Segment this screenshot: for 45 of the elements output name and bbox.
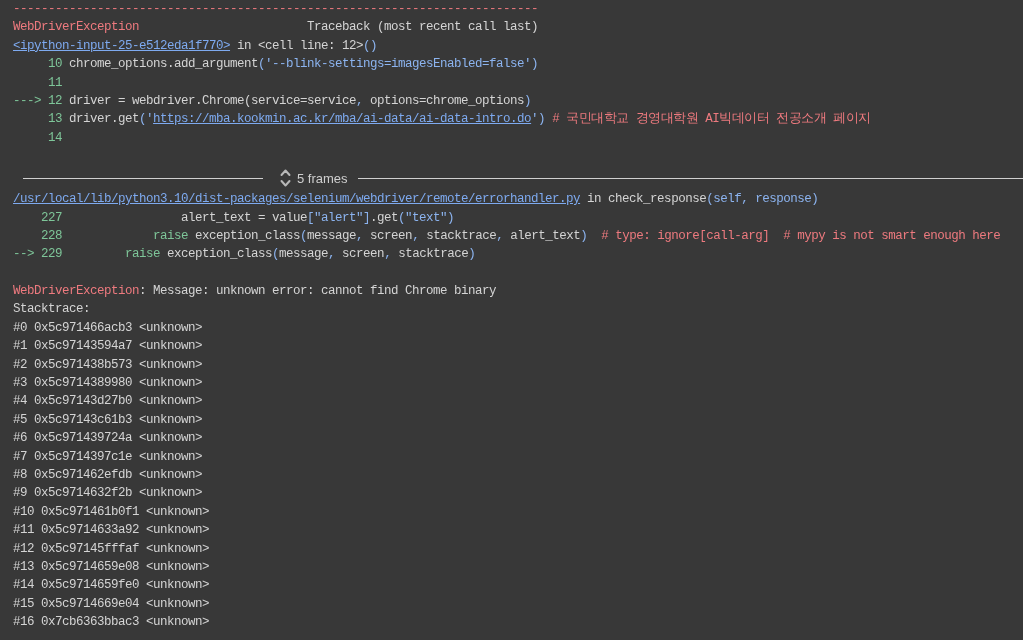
stacktrace-line: #9 0x5c9714632f2b <unknown> [13, 485, 203, 503]
stacktrace-line: #0 0x5c971466acb3 <unknown> [13, 319, 203, 337]
stacktrace-line: #5 0x5c97143c61b3 <unknown> [13, 411, 203, 429]
stacktrace-line: #1 0x5c97143594a7 <unknown> [13, 338, 203, 356]
line-number: 12 [48, 92, 62, 110]
line-arrow: --> [13, 246, 34, 264]
stacktrace-line: #11 0x5c9714633a92 <unknown> [13, 522, 210, 540]
stacktrace-line: #3 0x5c9714389980 <unknown> [13, 375, 203, 393]
frames-toggle[interactable]: 5 frames [280, 168, 348, 189]
code-line: raise exception_class(message, screen, stacktrace) [124, 246, 476, 264]
stacktrace-heading: Stacktrace: [13, 301, 90, 319]
line-number: 11 [48, 74, 62, 92]
exception-name: WebDriverException [13, 19, 140, 37]
stacktrace-line: #6 0x5c971439724a <unknown> [13, 430, 203, 448]
line-number: 229 [41, 246, 62, 264]
code-line: driver.get('https://mba.kookmin.ac.kr/mba/ai-data/ai-data-intro.do') # 국민대학교 경영대학원 AI빅데이터 전공소개 페이지 [69, 111, 871, 129]
line-number: 10 [48, 56, 62, 74]
line-number: 227 [41, 209, 62, 227]
code-line: driver = webdriver.Chrome(service=service, options=chrome_options) [69, 92, 532, 110]
source-location: <ipython-input-25-e512eda1f770> in <cell line: 12>() [13, 37, 378, 55]
code-line: chrome_options.add_argument('--blink-settings=imagesEnabled=false') [69, 56, 539, 74]
stacktrace-line: #13 0x5c9714659e08 <unknown> [13, 558, 210, 576]
code-line: raise exception_class(message, screen, stacktrace, alert_text) # type: ignore[call-arg] # mypy is not smart enough here [152, 227, 1001, 245]
line-arrow: ---> [13, 92, 41, 110]
stacktrace-line: #8 0x5c971462efdb <unknown> [13, 467, 203, 484]
chevrons-icon [280, 168, 291, 189]
file-link[interactable]: /usr/local/lib/python3.10/dist-packages/selenium/webdriver/remote/errorhandler.py [13, 192, 581, 207]
stacktrace-line: #14 0x5c9714659fe0 <unknown> [13, 577, 210, 595]
stacktrace-line: #7 0x5c9714397c1e <unknown> [13, 448, 203, 466]
stacktrace-line: #15 0x5c9714669e04 <unknown> [13, 595, 210, 613]
stacktrace-line: #10 0x5c971461b0f1 <unknown> [13, 503, 210, 521]
stacktrace-line: #2 0x5c971438b573 <unknown> [13, 356, 203, 374]
stacktrace-line: #16 0x7cb6363bbac3 <unknown> [13, 614, 210, 632]
dashed-rule: --------------------------------------------------------------------------- [13, 1, 539, 18]
stacktrace-line: #12 0x5c97145fffaf <unknown> [13, 540, 210, 558]
url-link[interactable]: https://mba.kookmin.ac.kr/mba/ai-data/ai-data-intro.do [153, 112, 532, 127]
line-number: 228 [41, 227, 62, 245]
stacktrace-line: #4 0x5c97143d27b0 <unknown> [13, 393, 203, 411]
line-number: 13 [48, 111, 62, 129]
file-link[interactable]: <ipython-input-25-e512eda1f770> [13, 38, 231, 53]
traceback-heading: Traceback (most recent call last) [307, 19, 539, 37]
source-location: /usr/local/lib/python3.10/dist-packages/selenium/webdriver/remote/errorhandler.py in check_response(self, response) [13, 191, 819, 209]
line-number: 14 [48, 129, 62, 147]
code-line: alert_text = value["alert"].get("text") [180, 209, 455, 227]
error-message: WebDriverException: Message: unknown error: cannot find Chrome binary [13, 283, 497, 301]
